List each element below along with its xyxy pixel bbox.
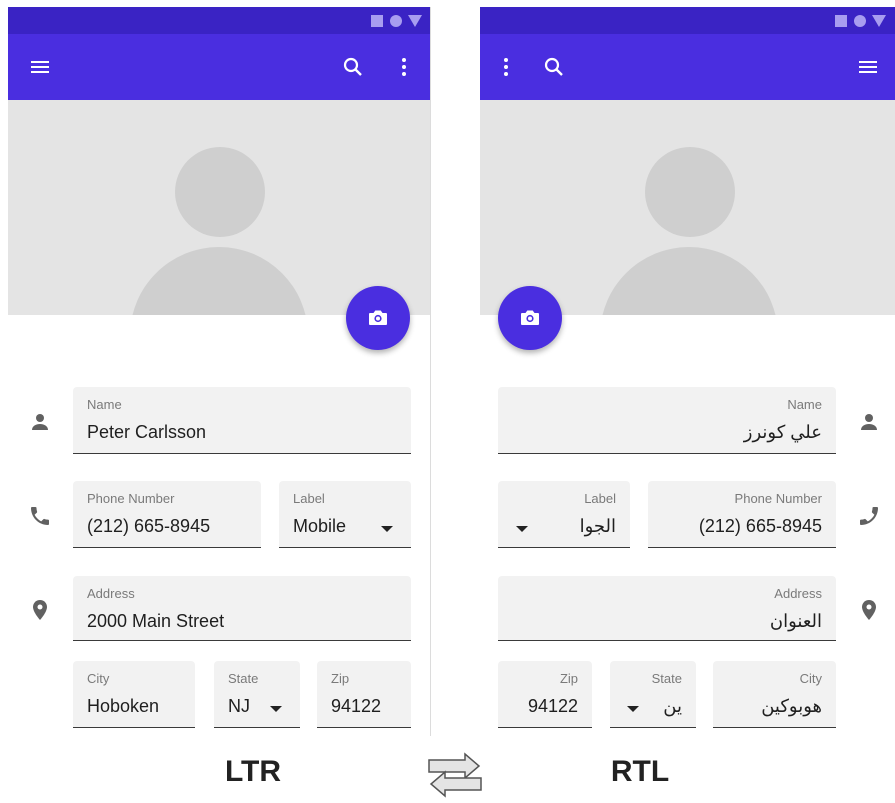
phone-number-field[interactable]: Phone Number (212) 665-8945 <box>648 481 836 548</box>
phone-label-label: Label <box>293 491 325 506</box>
state-value: NJ <box>228 696 250 716</box>
profile-photo-placeholder <box>8 100 431 315</box>
app-bar <box>480 34 895 100</box>
city-label: City <box>87 671 110 686</box>
phone-number-value: (212) 665-8945 <box>698 516 822 536</box>
camera-button[interactable] <box>498 286 562 350</box>
status-icons <box>825 14 895 28</box>
name-label: Name <box>787 397 822 412</box>
phone-label-value: Mobile <box>293 516 347 536</box>
status-bar <box>480 7 895 34</box>
square-icon <box>371 15 383 27</box>
square-icon <box>835 15 847 27</box>
menu-icon[interactable] <box>856 55 880 79</box>
city-value: Hoboken <box>87 696 160 716</box>
state-select[interactable]: State NJ <box>214 661 300 728</box>
name-field[interactable]: Name علي كونرز <box>498 387 836 454</box>
camera-button[interactable] <box>346 286 410 350</box>
name-value: علي كونرز <box>743 422 822 442</box>
swap-arrows-icon <box>425 752 485 798</box>
person-icon <box>857 410 881 434</box>
name-label: Name <box>87 397 122 412</box>
city-field[interactable]: City Hoboken <box>73 661 195 728</box>
address-value: 2000 Main Street <box>87 611 225 631</box>
city-value: هوبوكين <box>761 696 822 716</box>
address-label: Address <box>87 586 135 601</box>
address-value: العنوان <box>769 611 822 631</box>
search-icon[interactable] <box>341 55 365 79</box>
state-value: ين <box>663 696 682 716</box>
state-select[interactable]: State ين <box>610 661 696 728</box>
address-field[interactable]: Address العنوان <box>498 576 836 641</box>
state-label: State <box>228 671 259 686</box>
person-icon <box>28 410 52 434</box>
rtl-phone-screen: Name علي كونرز Label الجوا Phone Number … <box>480 7 895 736</box>
circle-icon <box>390 15 402 27</box>
phone-icon <box>857 504 881 528</box>
city-label: City <box>799 671 822 686</box>
state-label: State <box>651 671 682 686</box>
zip-value: 94122 <box>331 696 382 716</box>
camera-icon <box>521 310 539 325</box>
address-field[interactable]: Address 2000 Main Street <box>73 576 411 641</box>
menu-icon[interactable] <box>28 55 52 79</box>
camera-icon <box>369 310 387 325</box>
profile-photo-placeholder <box>480 100 895 315</box>
name-value: Peter Carlsson <box>87 422 207 442</box>
dropdown-arrow-icon[interactable] <box>270 706 282 712</box>
avatar-head <box>175 147 265 237</box>
zip-field[interactable]: Zip 94122 <box>498 661 592 728</box>
triangle-icon <box>872 15 886 27</box>
dropdown-arrow-icon[interactable] <box>627 706 639 712</box>
circle-icon <box>854 15 866 27</box>
phone-number-field[interactable]: Phone Number (212) 665-8945 <box>73 481 261 548</box>
phone-label-label: Label <box>584 491 616 506</box>
location-icon <box>28 598 52 622</box>
dropdown-arrow-icon[interactable] <box>516 526 528 532</box>
status-icons <box>361 14 431 28</box>
status-bar <box>8 7 431 34</box>
zip-value: 94122 <box>527 696 578 716</box>
avatar-head <box>645 147 735 237</box>
phone-label-select[interactable]: Label الجوا <box>498 481 630 548</box>
dropdown-arrow-icon[interactable] <box>381 526 393 532</box>
app-bar <box>8 34 431 100</box>
phone-number-value: (212) 665-8945 <box>87 516 211 536</box>
ltr-phone-screen: Name Peter Carlsson Phone Number (212) 6… <box>8 7 431 736</box>
phone-number-label: Phone Number <box>87 491 175 506</box>
zip-label: Zip <box>331 671 350 686</box>
phone-label-select[interactable]: Label Mobile <box>279 481 411 548</box>
city-field[interactable]: City هوبوكين <box>713 661 836 728</box>
phone-label-value: الجوا <box>579 516 616 536</box>
phone-number-label: Phone Number <box>734 491 822 506</box>
ltr-caption: LTR <box>224 755 282 788</box>
avatar-body <box>130 247 308 315</box>
name-field[interactable]: Name Peter Carlsson <box>73 387 411 454</box>
avatar-body <box>600 247 778 315</box>
address-label: Address <box>774 586 822 601</box>
zip-label: Zip <box>559 671 578 686</box>
search-icon[interactable] <box>542 55 566 79</box>
rtl-caption: RTL <box>610 755 670 788</box>
zip-field[interactable]: Zip 94122 <box>317 661 411 728</box>
phone-icon <box>28 504 52 528</box>
triangle-icon <box>408 15 422 27</box>
more-vert-icon[interactable] <box>494 55 518 79</box>
screen-divider <box>430 7 431 736</box>
location-icon <box>857 598 881 622</box>
more-vert-icon[interactable] <box>392 55 416 79</box>
